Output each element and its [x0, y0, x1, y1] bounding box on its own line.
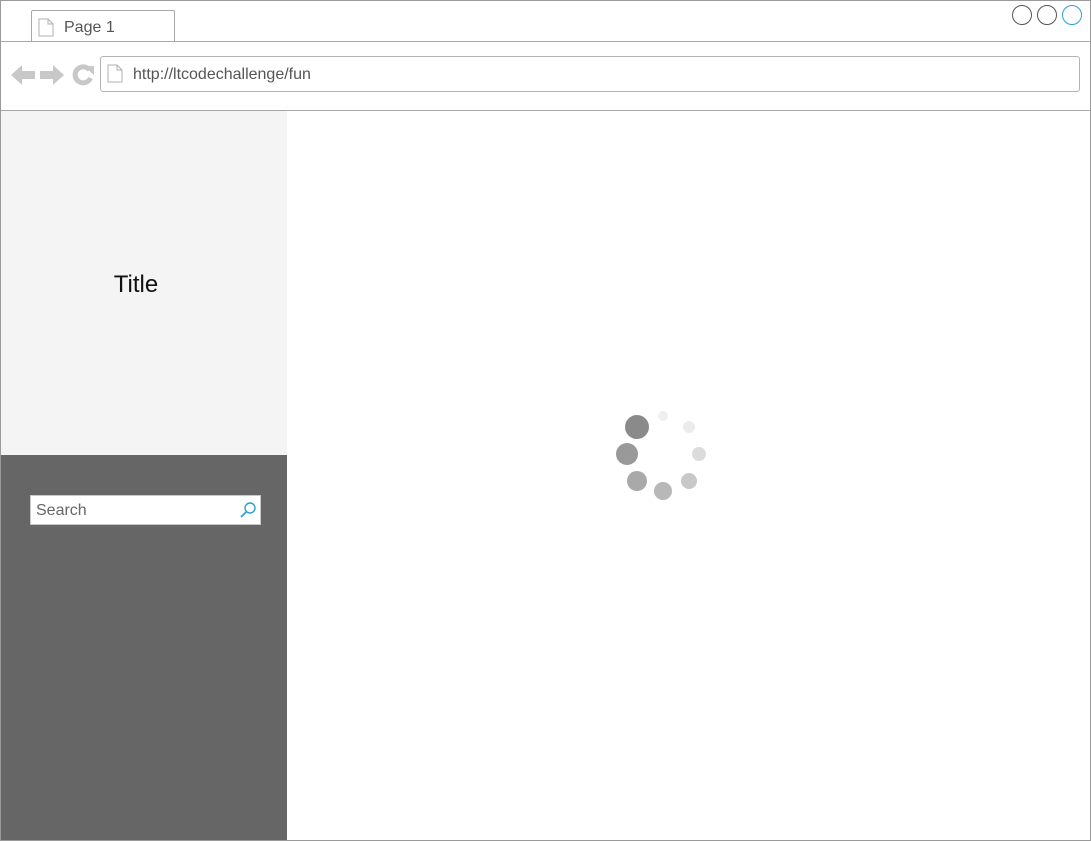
- forward-button[interactable]: [39, 64, 65, 86]
- loading-spinner-icon: [613, 406, 713, 506]
- page-icon: [107, 64, 123, 88]
- window-maximize-button[interactable]: [1037, 5, 1057, 25]
- arrow-left-icon: [11, 65, 35, 85]
- navigation-bar: http://ltcodechallenge/fun: [1, 42, 1090, 111]
- address-bar[interactable]: http://ltcodechallenge/fun: [100, 56, 1080, 92]
- back-button[interactable]: [10, 64, 36, 86]
- search-placeholder: Search: [36, 502, 87, 519]
- reload-button[interactable]: [70, 64, 96, 86]
- reload-icon: [72, 64, 94, 86]
- tab-strip: Page 1: [1, 1, 1090, 42]
- tab-label: Page 1: [64, 19, 115, 36]
- page-icon: [38, 18, 54, 42]
- sidebar-panel: Search: [1, 455, 287, 840]
- window-minimize-button[interactable]: [1012, 5, 1032, 25]
- sidebar-header: Title: [1, 111, 287, 455]
- window-close-button[interactable]: [1062, 5, 1082, 25]
- arrow-right-icon: [40, 65, 64, 85]
- url-text: http://ltcodechallenge/fun: [133, 66, 311, 83]
- browser-window: Page 1 http://ltcodechallenge/fun Title …: [0, 0, 1091, 841]
- sidebar-title: Title: [113, 271, 159, 298]
- tab-page-1[interactable]: Page 1: [31, 10, 175, 41]
- search-icon[interactable]: [239, 501, 257, 524]
- search-input[interactable]: Search: [30, 495, 261, 525]
